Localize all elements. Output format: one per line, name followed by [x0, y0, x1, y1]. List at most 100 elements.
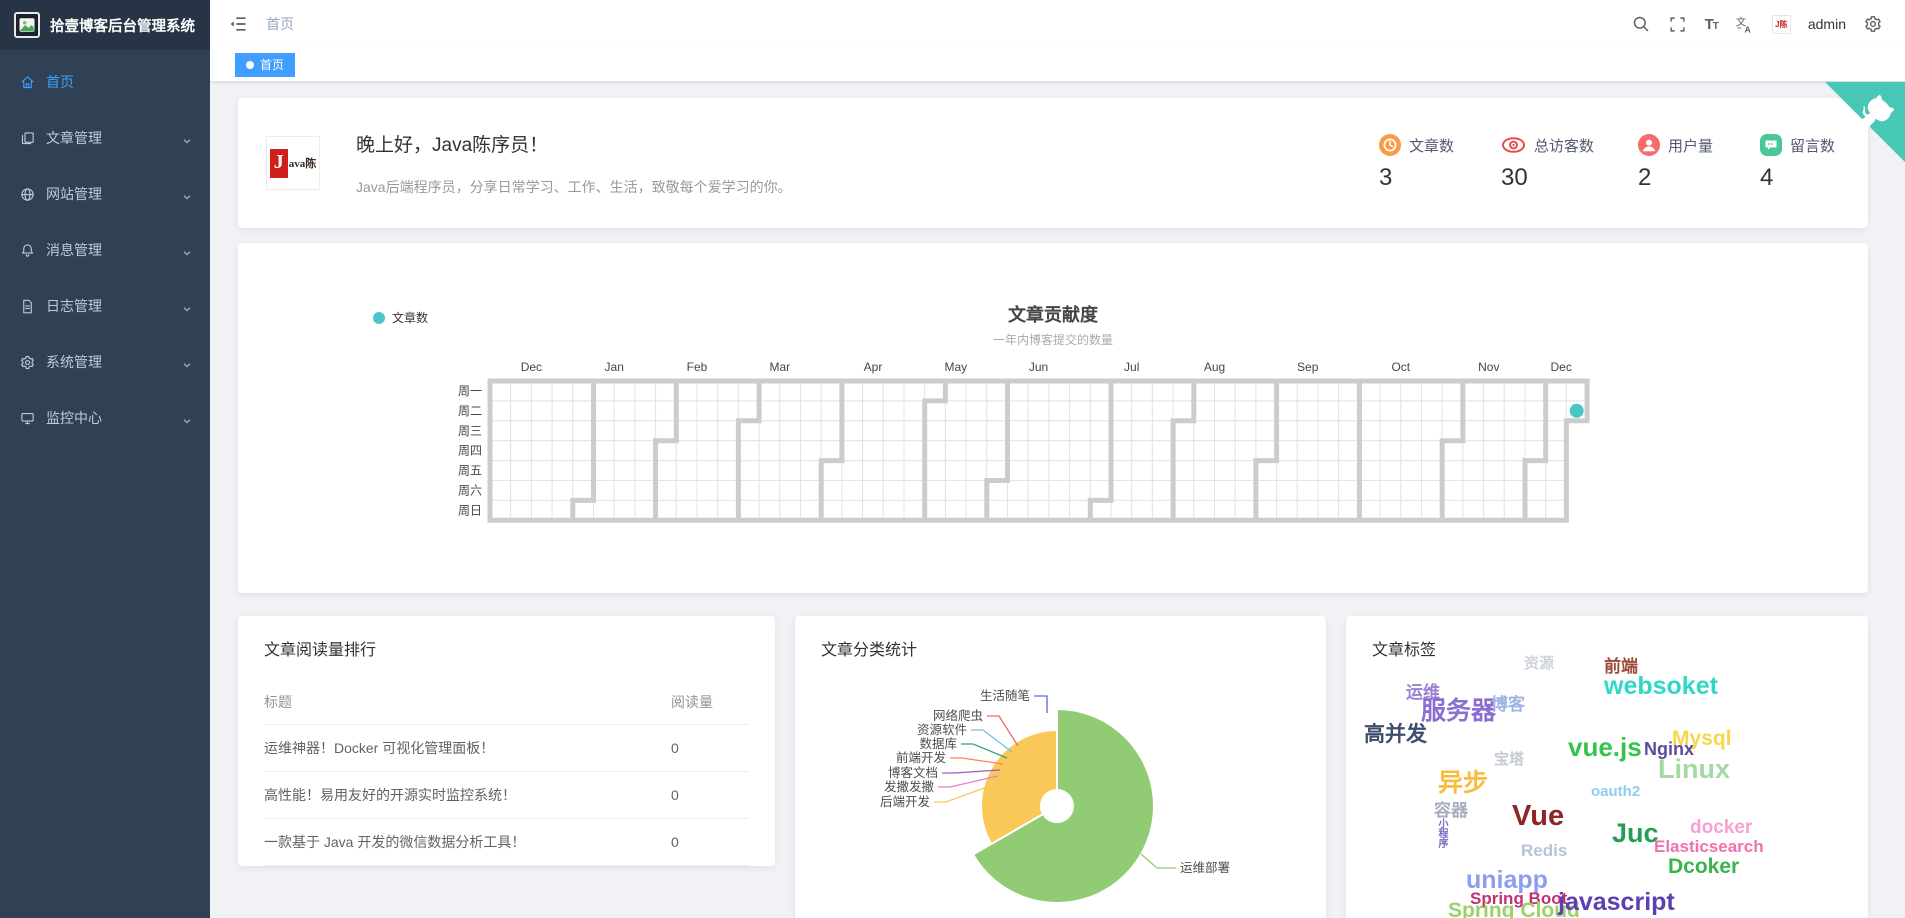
- app-logo-bar[interactable]: 拾壹博客后台管理系统: [0, 0, 210, 50]
- site-stats: 文章数 3 总访客数 30 用户量 2 留言数 4: [1378, 134, 1838, 192]
- sidebar-item-5[interactable]: 系统管理: [0, 334, 210, 390]
- tag-word[interactable]: Juc: [1612, 820, 1659, 847]
- app-title: 拾壹博客后台管理系统: [50, 18, 195, 35]
- chevron-down-icon: [182, 133, 192, 144]
- ranking-title: 文章阅读量排行: [264, 642, 377, 659]
- page-content: J ava陈 晚上好，Java陈序员！ Java后端程序员，分享日常学习、工作、…: [210, 82, 1905, 918]
- stat-value: 2: [1638, 164, 1652, 191]
- language-switch-icon[interactable]: 文A: [1735, 14, 1755, 34]
- sidebar-item-6[interactable]: 监控中心: [0, 390, 210, 446]
- sidebar-item-label: 首页: [46, 74, 74, 90]
- tag-word[interactable]: Vue: [1512, 802, 1564, 831]
- tag-word[interactable]: Elasticsearch: [1654, 838, 1764, 855]
- svg-text:周三: 周三: [458, 424, 482, 438]
- article-count-icon: [1378, 134, 1401, 156]
- username[interactable]: admin: [1808, 16, 1846, 32]
- svg-text:Dec: Dec: [1551, 360, 1572, 374]
- tag-word[interactable]: oauth2: [1591, 784, 1640, 799]
- article-views-cell: 0: [659, 724, 749, 772]
- tag-word[interactable]: websoket: [1604, 674, 1718, 699]
- tag-word[interactable]: 高并发: [1364, 724, 1427, 745]
- stat-1: 总访客数 30: [1501, 134, 1594, 192]
- svg-text:网络爬虫: 网络爬虫: [933, 708, 983, 723]
- svg-text:周六: 周六: [458, 483, 482, 497]
- article-title-cell: 运维神器！Docker 可视化管理面板！: [264, 724, 659, 772]
- svg-text:后端开发: 后端开发: [880, 794, 931, 809]
- chevron-down-icon: [182, 245, 192, 256]
- article-ranking-card: 文章阅读量排行 标题 阅读量 运维神器！Docker 可视化管理面板！ 0 高性能…: [238, 616, 775, 866]
- tag-word[interactable]: javascript: [1558, 890, 1675, 915]
- article-tags-title: 文章标签: [1372, 642, 1437, 659]
- svg-text:Jul: Jul: [1124, 360, 1139, 374]
- system-icon: [20, 354, 36, 370]
- font-size-icon[interactable]: TT: [1705, 16, 1719, 33]
- tab-home-label: 首页: [260, 58, 285, 72]
- svg-text:Aug: Aug: [1204, 360, 1225, 374]
- sidebar-item-2[interactable]: 网站管理: [0, 166, 210, 222]
- sidebar-item-label: 系统管理: [46, 354, 102, 370]
- stat-value: 30: [1500, 164, 1528, 191]
- tag-word[interactable]: 容器: [1434, 802, 1468, 819]
- article-views-cell: 0: [659, 771, 749, 819]
- article-views-cell: 0: [659, 818, 749, 866]
- greeting-subtitle: Java后端程序员，分享日常学习、工作、生活，致敬每个爱学习的你。: [356, 178, 792, 195]
- sidebar-item-label: 文章管理: [46, 130, 102, 146]
- user-avatar[interactable]: J陈: [1771, 14, 1791, 34]
- collapse-sidebar-icon[interactable]: [228, 13, 250, 35]
- sidebar-item-0[interactable]: 首页: [0, 54, 210, 110]
- svg-text:May: May: [944, 360, 967, 374]
- sidebar-item-label: 日志管理: [46, 298, 102, 314]
- breadcrumb: 首页: [266, 16, 294, 32]
- table-row[interactable]: 运维神器！Docker 可视化管理面板！ 0: [264, 724, 749, 772]
- svg-text:发撒发撒: 发撒发撒: [884, 779, 935, 794]
- category-pie-chart[interactable]: 生活随笔网络爬虫资源软件数据库前端开发博客文档发撒发撒后端开发运维部署: [795, 646, 1275, 916]
- stat-label: 总访客数: [1533, 137, 1594, 155]
- fullscreen-icon[interactable]: [1668, 14, 1688, 34]
- tag-word[interactable]: Linux: [1658, 756, 1730, 783]
- contribution-heatmap-chart[interactable]: Dec Jan Feb Mar Apr May Jun Jul Aug Sep Oct Nov Dec 周…: [238, 243, 1868, 543]
- svg-text:周日: 周日: [458, 503, 482, 517]
- home-icon: [20, 74, 36, 90]
- svg-text:运维部署: 运维部署: [1180, 860, 1230, 875]
- stat-label: 用户量: [1668, 137, 1714, 155]
- sidebar-menu: 首页 文章管理 网站管理 消息管理 日志管理 系统管理 监控中心: [0, 50, 210, 446]
- tag-word[interactable]: 宝塔: [1494, 752, 1524, 767]
- category-stats-card: 文章分类统计 生活随笔 网络爬虫 资源软件 数据库 前端开发 博客文档 发撒发撒 后端开发 运维…: [795, 616, 1326, 918]
- settings-gear-icon[interactable]: [1863, 14, 1883, 34]
- tag-word[interactable]: 博客: [1491, 696, 1525, 713]
- tag-word[interactable]: 异步: [1438, 771, 1488, 796]
- tag-word[interactable]: 小程序: [1436, 818, 1447, 848]
- article-icon: [20, 130, 36, 146]
- sidebar-item-1[interactable]: 文章管理: [0, 110, 210, 166]
- ranking-table: 标题 阅读量 运维神器！Docker 可视化管理面板！ 0 高性能！易用友好的开源…: [264, 682, 749, 866]
- table-row[interactable]: 一款基于 Java 开发的微信数据分析工具！ 0: [264, 818, 749, 866]
- svg-text:A: A: [1745, 24, 1751, 34]
- log-icon: [20, 298, 36, 314]
- tag-wordcloud-chart[interactable]: 资源 前端 websoket 运维 服务器 博客 高并发 vue.js Mysql Nginx 宝塔…: [1346, 616, 1868, 918]
- github-corner-ribbon[interactable]: [1825, 82, 1905, 167]
- tab-home[interactable]: 首页: [235, 52, 296, 77]
- chevron-down-icon: [182, 357, 192, 368]
- welcome-card: J ava陈 晚上好，Java陈序员！ Java后端程序员，分享日常学习、工作、…: [238, 98, 1868, 228]
- svg-text:Sep: Sep: [1297, 360, 1319, 374]
- active-tab-dot: [246, 60, 254, 69]
- svg-text:Dec: Dec: [521, 360, 542, 374]
- stat-value: 3: [1378, 164, 1393, 191]
- table-row[interactable]: 高性能！易用友好的开源实时监控系统！ 0: [264, 771, 749, 819]
- sidebar-item-4[interactable]: 日志管理: [0, 278, 210, 334]
- search-icon[interactable]: [1631, 14, 1651, 34]
- tag-word[interactable]: Dcoker: [1668, 856, 1739, 877]
- tag-word[interactable]: vue.js: [1568, 734, 1642, 760]
- sidebar-item-label: 网站管理: [46, 186, 102, 202]
- svg-text:博客文档: 博客文档: [888, 765, 938, 780]
- article-tags-card: 文章标签 资源 前端 websoket 运维 服务器 博客 高并发 vue.js Mysql Ng…: [1346, 616, 1868, 918]
- user-count-icon: [1638, 134, 1660, 156]
- sidebar-item-3[interactable]: 消息管理: [0, 222, 210, 278]
- tag-word[interactable]: 服务器: [1421, 699, 1496, 724]
- article-title-cell: 一款基于 Java 开发的微信数据分析工具！: [264, 818, 659, 866]
- ranking-col-title: 标题: [264, 694, 292, 710]
- visitor-eye-icon: [1501, 134, 1526, 156]
- tag-word[interactable]: Redis: [1521, 842, 1567, 859]
- tag-word[interactable]: docker: [1690, 818, 1752, 837]
- svg-text:资源软件: 资源软件: [917, 723, 967, 737]
